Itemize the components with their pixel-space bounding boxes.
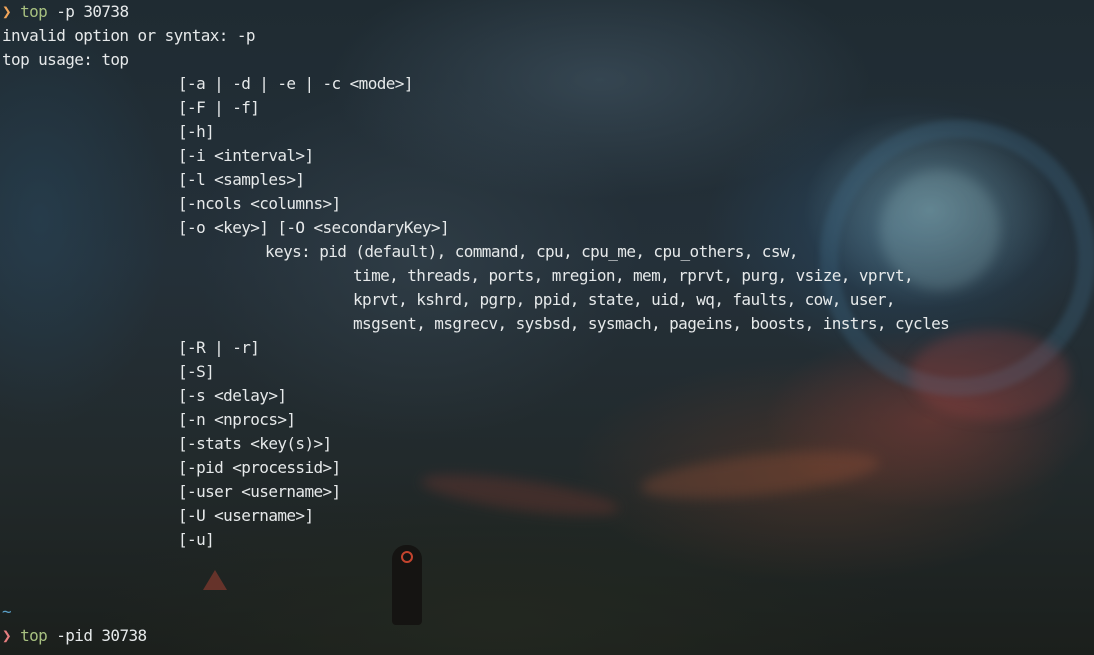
usage-option: [-user <username>] [178,482,341,501]
usage-option: [-a | -d | -e | -c <mode>] [178,74,413,93]
usage-option: [-S] [178,362,215,381]
prompt-arrow-icon: ❯ [2,2,12,21]
usage-header: top usage: top [2,50,129,69]
usage-option: [-i <interval>] [178,146,314,165]
usage-option: [-n <nprocs>] [178,410,296,429]
command-args: -pid 30738 [47,626,147,645]
prompt-arrow-icon: ❯ [2,626,12,645]
usage-option: [-F | -f] [178,98,260,117]
command-args: -p 30738 [47,2,129,21]
usage-option: [-ncols <columns>] [178,194,341,213]
usage-option: [-R | -r] [178,338,260,357]
error-message: invalid option or syntax: -p [2,26,256,45]
sort-keys-continuation: kprvt, kshrd, pgrp, ppid, state, uid, wq… [353,290,896,309]
command-name: top [20,2,48,21]
usage-option: [-l <samples>] [178,170,305,189]
usage-option: [-h] [178,122,215,141]
current-directory: ~ [2,602,12,621]
sort-keys-continuation: time, threads, ports, mregion, mem, rprv… [353,266,914,285]
command-name: top [20,626,48,645]
usage-option: [-stats <key(s)>] [178,434,332,453]
sort-keys-line: keys: pid (default), command, cpu, cpu_m… [265,242,799,261]
usage-option: [-s <delay>] [178,386,287,405]
usage-option: [-u] [178,530,215,549]
usage-option: [-o <key>] [-O <secondaryKey>] [178,218,450,237]
terminal-output[interactable]: ❯ top -p 30738 invalid option or syntax:… [2,0,1094,655]
usage-option: [-pid <processid>] [178,458,341,477]
command-line-1: ❯ top -p 30738 [2,0,1094,24]
command-line-input[interactable]: ❯ top -pid 30738 [2,624,1094,648]
usage-option: [-U <username>] [178,506,314,525]
sort-keys-continuation: msgsent, msgrecv, sysbsd, sysmach, pagei… [353,314,950,333]
